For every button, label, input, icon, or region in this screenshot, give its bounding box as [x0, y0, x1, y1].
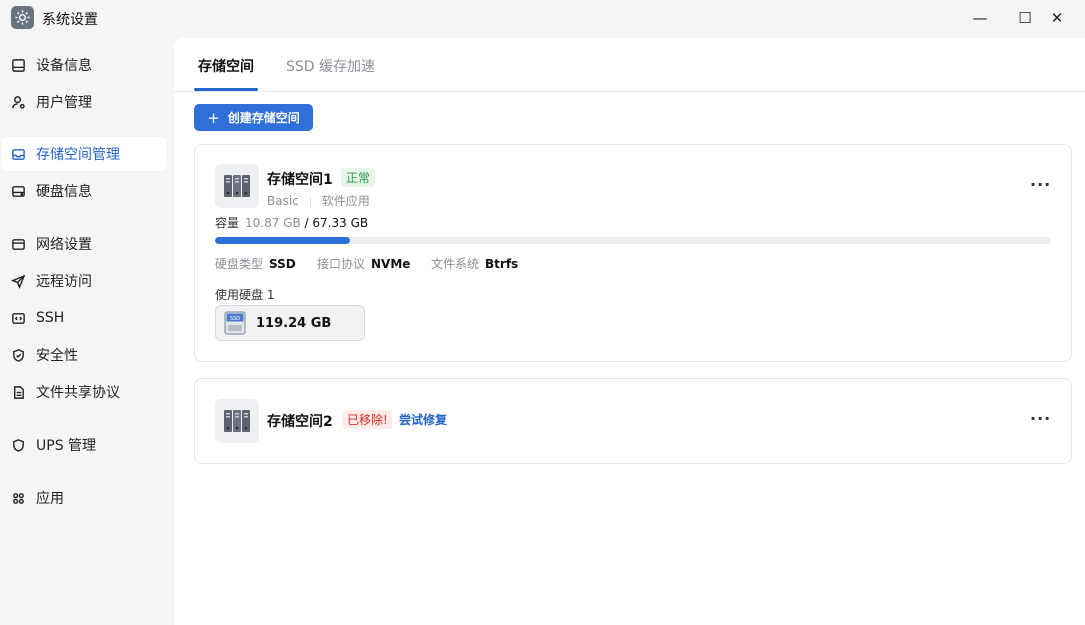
- sidebar-item-ssh[interactable]: SSH: [2, 301, 166, 335]
- more-menu-button[interactable]: ···: [1030, 409, 1051, 428]
- capacity-label: 容量: [215, 216, 240, 230]
- sidebar-item-label: 用户管理: [36, 95, 92, 111]
- pool-type: Basic: [267, 194, 299, 208]
- status-badge: 正常: [341, 168, 376, 187]
- plus-icon: +: [207, 108, 220, 127]
- storage-pool-card: 存储空间2 已移除! 尝试修复 ···: [194, 378, 1072, 464]
- tab-ssd-cache[interactable]: SSD 缓存加速: [286, 56, 375, 76]
- sidebar-item-label: SSH: [36, 310, 65, 326]
- filesystem-attr: 文件系统 Btrfs: [431, 255, 518, 272]
- disk-type-label: 硬盘类型: [215, 257, 264, 271]
- ups-shield-icon: [10, 437, 26, 453]
- network-icon: [10, 236, 26, 252]
- disk-size: 119.24 GB: [256, 315, 332, 331]
- disks-used-label: 使用硬盘 1: [215, 288, 275, 302]
- sidebar-item-ups[interactable]: UPS 管理: [2, 428, 166, 462]
- filesystem-value: Btrfs: [485, 257, 519, 271]
- server-rack-icon: [215, 164, 259, 208]
- interface-attr: 接口协议 NVMe: [317, 255, 410, 272]
- sidebar-item-network[interactable]: 网络设置: [2, 227, 166, 261]
- capacity-progress-fill: [215, 237, 350, 244]
- create-storage-label: 创建存储空间: [227, 111, 300, 125]
- sidebar-item-file-sharing[interactable]: 文件共享协议: [2, 375, 166, 409]
- sidebar: 设备信息 用户管理 存储空间管理 硬盘信息 网络设置 远程访问 SSH 安全性 …: [0, 38, 174, 625]
- sidebar-item-label: UPS 管理: [36, 438, 97, 454]
- ssd-icon: SSD: [224, 311, 246, 335]
- sidebar-item-security[interactable]: 安全性: [2, 338, 166, 372]
- disk-icon: [10, 183, 26, 199]
- create-storage-button[interactable]: + 创建存储空间: [194, 104, 313, 131]
- interface-label: 接口协议: [317, 257, 366, 271]
- disk-chip[interactable]: SSD 119.24 GB: [215, 305, 365, 341]
- storage-pool-card: 存储空间1 正常 Basic 软件应用 ··· 容量 10.87 GB / 67.3…: [194, 144, 1072, 362]
- device-icon: [10, 57, 26, 73]
- capacity-progress-bar: [215, 237, 1051, 244]
- sidebar-item-label: 文件共享协议: [36, 385, 120, 401]
- divider: [309, 196, 311, 207]
- sidebar-item-label: 应用: [36, 491, 64, 507]
- sidebar-item-remote-access[interactable]: 远程访问: [2, 264, 166, 298]
- settings-gear-icon: [11, 6, 34, 29]
- sidebar-item-label: 安全性: [36, 348, 78, 364]
- sidebar-item-label: 设备信息: [36, 58, 92, 74]
- pool-name: 存储空间1: [267, 172, 333, 188]
- disk-type-value: SSD: [269, 257, 296, 271]
- more-menu-button[interactable]: ···: [1030, 175, 1051, 194]
- maximize-button[interactable]: ☐: [1014, 8, 1036, 28]
- removed-badge: 已移除!: [343, 410, 392, 429]
- storage-icon: [10, 146, 26, 162]
- main-panel: 存储空间 SSD 缓存加速 + 创建存储空间 存储空间1 正常 Basic 软件应…: [174, 38, 1085, 625]
- sidebar-item-users[interactable]: 用户管理: [2, 85, 166, 119]
- user-icon: [10, 94, 26, 110]
- sidebar-item-label: 存储空间管理: [36, 147, 120, 163]
- sidebar-item-disks[interactable]: 硬盘信息: [2, 174, 166, 208]
- minimize-button[interactable]: —: [969, 8, 991, 28]
- capacity-row: 容量 10.87 GB / 67.33 GB: [215, 214, 368, 231]
- sidebar-item-storage[interactable]: 存储空间管理: [2, 137, 166, 171]
- filesystem-label: 文件系统: [431, 257, 480, 271]
- code-icon: [10, 310, 26, 326]
- tab-storage-space[interactable]: 存储空间: [198, 56, 254, 76]
- pool-name: 存储空间2: [267, 414, 333, 430]
- sidebar-item-label: 远程访问: [36, 274, 92, 290]
- send-icon: [10, 273, 26, 289]
- active-tab-indicator: [194, 88, 258, 91]
- pool-meta: Basic 软件应用: [267, 192, 370, 209]
- apps-icon: [10, 490, 26, 506]
- ssd-icon-text: SSD: [230, 316, 240, 322]
- sidebar-item-label: 硬盘信息: [36, 184, 92, 200]
- file-icon: [10, 384, 26, 400]
- tab-bar: 存储空间 SSD 缓存加速: [174, 38, 1085, 92]
- capacity-used: 10.87 GB: [245, 216, 301, 230]
- sidebar-item-device-info[interactable]: 设备信息: [2, 48, 166, 82]
- title-bar: 系统设置 — ☐ ✕: [0, 0, 1085, 38]
- capacity-total: / 67.33 GB: [304, 216, 369, 230]
- interface-value: NVMe: [371, 257, 411, 271]
- sidebar-item-label: 网络设置: [36, 237, 92, 253]
- repair-link[interactable]: 尝试修复: [399, 411, 447, 428]
- close-button[interactable]: ✕: [1046, 8, 1068, 28]
- sidebar-item-apps[interactable]: 应用: [2, 481, 166, 515]
- disk-type-attr: 硬盘类型 SSD: [215, 255, 296, 272]
- window-title: 系统设置: [42, 12, 98, 28]
- shield-icon: [10, 347, 26, 363]
- server-rack-icon: [215, 399, 259, 443]
- pool-source: 软件应用: [321, 194, 370, 208]
